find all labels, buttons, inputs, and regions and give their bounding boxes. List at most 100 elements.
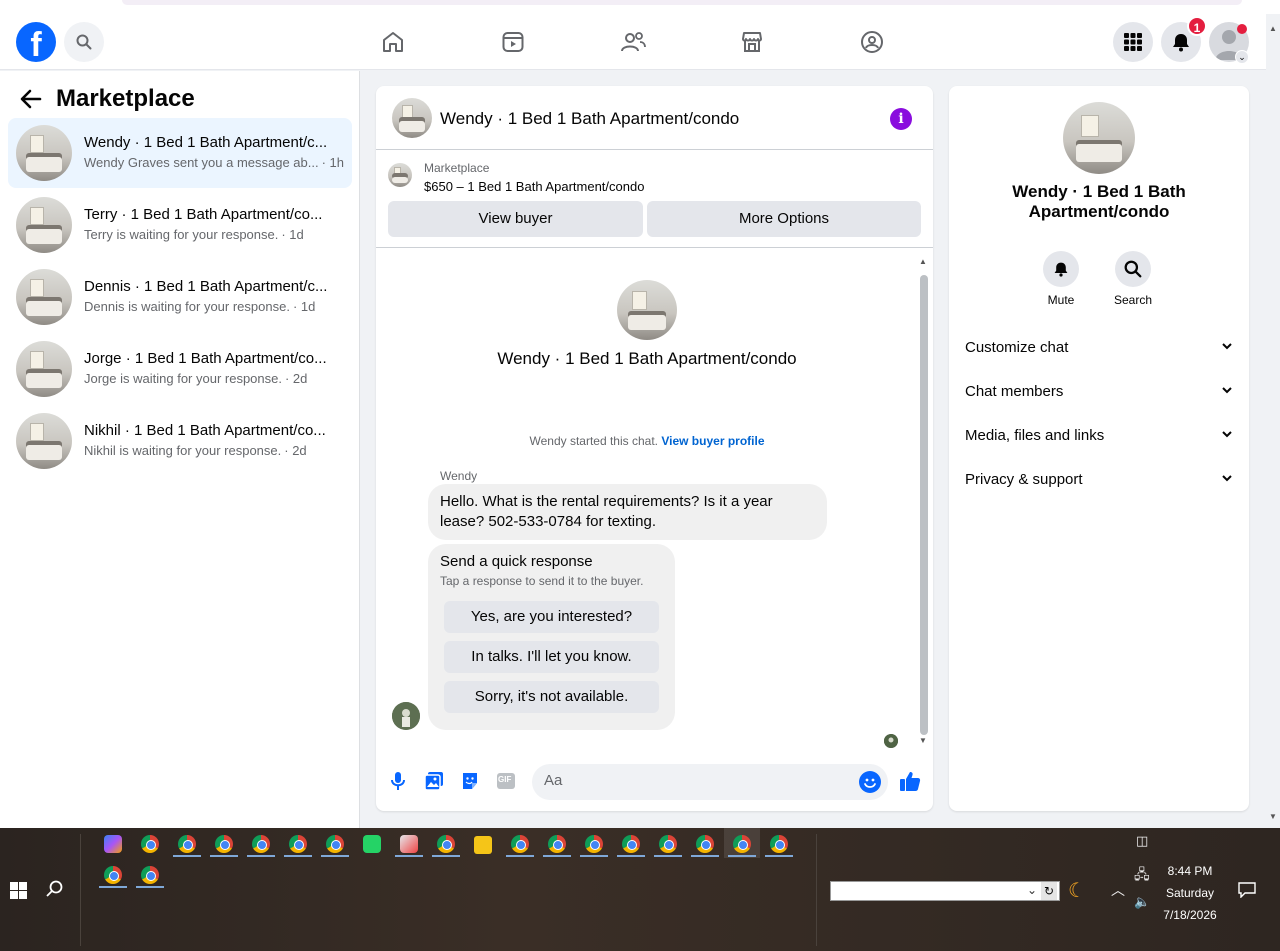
gif-label: GIF	[498, 775, 512, 784]
thread-item-dennis[interactable]: Dennis · 1 Bed 1 Bath Apartment/c... Den…	[8, 262, 352, 332]
windows-start-icon[interactable]	[10, 882, 27, 899]
clock-date: 7/18/2026	[1163, 908, 1217, 922]
message-composer: GIF	[376, 754, 933, 810]
chrome-app-icon[interactable]	[178, 835, 196, 853]
emoji-button[interactable]	[859, 771, 881, 793]
action-center-icon[interactable]	[1238, 882, 1256, 898]
quick-response-button[interactable]: Yes, are you interested?	[444, 601, 659, 633]
scroll-up-arrow-icon[interactable]: ▲	[919, 257, 927, 266]
chat-panel: Wendy · 1 Bed 1 Bath Apartment/condo i M…	[376, 86, 933, 811]
marketplace-nav-button[interactable]	[738, 28, 766, 56]
scroll-down-arrow-icon[interactable]: ▼	[919, 736, 927, 745]
listing-thumbnail	[16, 341, 72, 397]
show-hidden-icons-chevron-up-icon[interactable]: ︿	[1111, 880, 1125, 900]
chrome-app-icon[interactable]	[733, 835, 751, 853]
network-icon[interactable]: 🖧	[1134, 864, 1150, 888]
chat-title[interactable]: Wendy · 1 Bed 1 Bath Apartment/condo	[440, 109, 739, 129]
message-bubble: Hello. What is the rental requirements? …	[428, 484, 827, 540]
groups-nav-button[interactable]	[858, 28, 886, 56]
running-indicator	[173, 855, 201, 857]
night-light-moon-icon[interactable]: ☾	[1068, 878, 1086, 903]
message-input[interactable]	[544, 772, 844, 789]
refresh-icon[interactable]: ↻	[1041, 882, 1057, 900]
thread-item-terry[interactable]: Terry · 1 Bed 1 Bath Apartment/co... Ter…	[8, 190, 352, 260]
running-indicator	[506, 855, 534, 857]
thread-item-nikhil[interactable]: Nikhil · 1 Bed 1 Bath Apartment/co... Ni…	[8, 406, 352, 476]
chrome-app-icon[interactable]	[252, 835, 270, 853]
chrome-app-icon[interactable]	[437, 835, 455, 853]
scrollbar-thumb[interactable]	[920, 275, 928, 735]
like-button[interactable]	[899, 770, 921, 792]
thread-time: · 1d	[281, 227, 304, 242]
gif-button[interactable]: GIF	[495, 770, 517, 792]
scroll-up-arrow-icon[interactable]: ▲	[1269, 24, 1277, 33]
quick-response-button[interactable]: In talks. I'll let you know.	[444, 641, 659, 673]
mute-button[interactable]: Mute	[1031, 251, 1091, 307]
friends-nav-button[interactable]	[619, 28, 647, 56]
chrome-app-icon[interactable]	[104, 866, 122, 884]
taskbar-search-icon[interactable]	[46, 880, 64, 898]
info-icon[interactable]: i	[890, 108, 912, 130]
chrome-app-icon[interactable]	[326, 835, 344, 853]
scroll-down-arrow-icon[interactable]: ▼	[1269, 812, 1277, 821]
chrome-app-icon[interactable]	[585, 835, 603, 853]
photo-button[interactable]	[423, 770, 445, 792]
taskbar-address-field[interactable]: ⌄ ↻	[830, 881, 1060, 901]
facebook-logo[interactable]: f	[16, 22, 56, 62]
quick-response-button[interactable]: Sorry, it's not available.	[444, 681, 659, 713]
running-indicator	[99, 886, 127, 888]
search-conversation-button[interactable]: Search	[1103, 251, 1163, 307]
media-files-links-section[interactable]: Media, files and links	[965, 418, 1233, 454]
volume-icon[interactable]: 🔈	[1134, 894, 1150, 910]
groups-icon	[861, 31, 883, 53]
meet-now-icon[interactable]: ◫	[1136, 833, 1148, 849]
more-options-button[interactable]: More Options	[647, 201, 921, 237]
sidebar-title: Marketplace	[56, 85, 195, 112]
chevron-down-icon[interactable]: ⌄	[1235, 50, 1249, 64]
chrome-app-icon[interactable]	[622, 835, 640, 853]
video-nav-button[interactable]	[499, 28, 527, 56]
conversation-thumbnail	[617, 280, 677, 340]
sticker-button[interactable]	[459, 770, 481, 792]
copilot-app-icon[interactable]	[104, 835, 122, 853]
view-buyer-profile-link[interactable]: View buyer profile	[661, 434, 764, 448]
chrome-app-icon[interactable]	[696, 835, 714, 853]
running-indicator	[321, 855, 349, 857]
running-indicator	[580, 855, 608, 857]
chrome-app-icon[interactable]	[659, 835, 677, 853]
home-nav-button[interactable]	[379, 28, 407, 56]
menu-button[interactable]	[1113, 22, 1153, 62]
page-scrollbar[interactable]: ▲ ▼	[1266, 14, 1280, 828]
thread-item-jorge[interactable]: Jorge · 1 Bed 1 Bath Apartment/co... Jor…	[8, 334, 352, 404]
chrome-app-icon[interactable]	[289, 835, 307, 853]
chrome-app-icon[interactable]	[141, 866, 159, 884]
message-scrollbar[interactable]: ▲ ▼	[918, 257, 928, 747]
listing-thumbnail	[16, 413, 72, 469]
running-indicator	[284, 855, 312, 857]
listing-title[interactable]: $650 – 1 Bed 1 Bath Apartment/condo	[424, 179, 644, 194]
chrome-app-icon[interactable]	[511, 835, 529, 853]
privacy-support-section[interactable]: Privacy & support	[965, 462, 1233, 498]
thread-time: · 1h	[321, 155, 345, 170]
view-buyer-button[interactable]: View buyer	[388, 201, 643, 237]
whatsapp-app-icon[interactable]	[363, 835, 381, 853]
section-title: Customize chat	[965, 339, 1069, 356]
chat-members-section[interactable]: Chat members	[965, 374, 1233, 410]
thumbs-up-icon	[900, 772, 921, 791]
microphone-button[interactable]	[387, 770, 409, 792]
thread-item-wendy[interactable]: Wendy · 1 Bed 1 Bath Apartment/c... Wend…	[8, 118, 352, 188]
taskbar-clock[interactable]: 8:44 PM Saturday 7/18/2026	[1150, 860, 1230, 926]
back-arrow-icon[interactable]	[20, 89, 42, 109]
customize-chat-section[interactable]: Customize chat	[965, 330, 1233, 366]
chrome-app-icon[interactable]	[548, 835, 566, 853]
paint-app-icon[interactable]	[400, 835, 418, 853]
chrome-app-icon[interactable]	[215, 835, 233, 853]
chrome-app-icon[interactable]	[770, 835, 788, 853]
chat-header-thumbnail[interactable]	[392, 98, 432, 138]
search-button[interactable]	[64, 22, 104, 62]
file-explorer-icon[interactable]	[474, 836, 492, 854]
notifications-button[interactable]: 1	[1161, 16, 1207, 62]
chrome-app-icon[interactable]	[141, 835, 159, 853]
chevron-down-icon[interactable]: ⌄	[1027, 883, 1037, 897]
marketplace-sidebar: Marketplace Wendy · 1 Bed 1 Bath Apartme…	[0, 71, 360, 828]
